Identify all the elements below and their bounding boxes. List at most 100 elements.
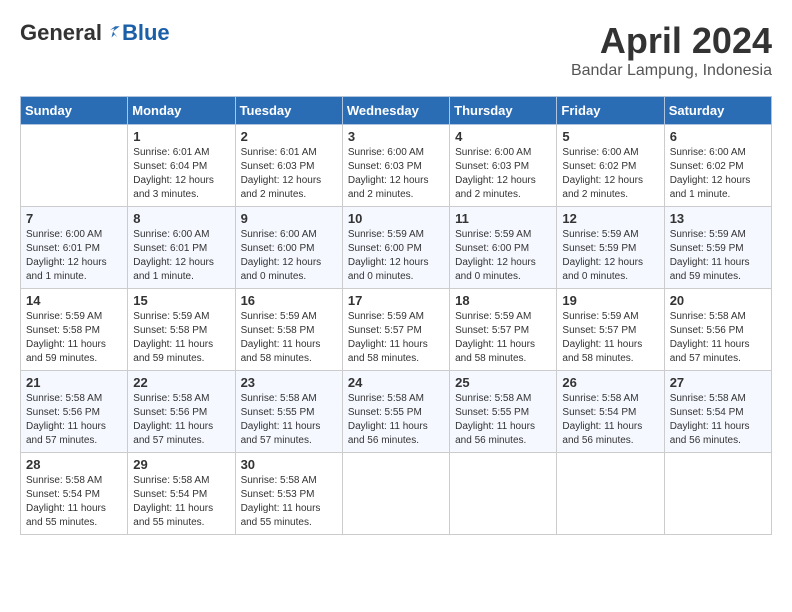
logo: General Blue bbox=[20, 20, 170, 46]
day-info: Sunrise: 5:59 AMSunset: 5:59 PMDaylight:… bbox=[670, 228, 766, 284]
calendar-cell: 16Sunrise: 5:59 AMSunset: 5:58 PMDayligh… bbox=[235, 289, 342, 371]
day-info: Sunrise: 5:58 AMSunset: 5:54 PMDaylight:… bbox=[133, 474, 229, 530]
day-number: 28 bbox=[26, 457, 122, 472]
logo-general-text: General bbox=[20, 20, 102, 46]
day-number: 16 bbox=[241, 293, 337, 308]
calendar-cell: 15Sunrise: 5:59 AMSunset: 5:58 PMDayligh… bbox=[128, 289, 235, 371]
calendar-cell: 18 Sunrise: 5:59 AMSunset: 5:57 PMDayligh… bbox=[450, 289, 557, 371]
day-info: Sunrise: 6:00 AMSunset: 6:01 PMDaylight:… bbox=[26, 228, 122, 284]
day-number: 10 bbox=[348, 211, 444, 226]
column-header-monday: Monday bbox=[128, 97, 235, 125]
calendar-cell bbox=[557, 453, 664, 535]
calendar-cell: 10 Sunrise: 5:59 AMSunset: 6:00 PMDayligh… bbox=[342, 207, 449, 289]
calendar-cell: 3 Sunrise: 6:00 AMSunset: 6:03 PMDaylight… bbox=[342, 125, 449, 207]
week-row-4: 21Sunrise: 5:58 AMSunset: 5:56 PMDayligh… bbox=[21, 371, 772, 453]
calendar-cell: 8 Sunrise: 6:00 AMSunset: 6:01 PMDaylight… bbox=[128, 207, 235, 289]
column-header-thursday: Thursday bbox=[450, 97, 557, 125]
day-number: 1 bbox=[133, 129, 229, 144]
calendar-cell: 13 Sunrise: 5:59 AMSunset: 5:59 PMDayligh… bbox=[664, 207, 771, 289]
month-title: April 2024 bbox=[571, 20, 772, 62]
calendar-cell: 22Sunrise: 5:58 AMSunset: 5:56 PMDayligh… bbox=[128, 371, 235, 453]
week-row-1: 1 Sunrise: 6:01 AMSunset: 6:04 PMDaylight… bbox=[21, 125, 772, 207]
calendar-cell: 5Sunrise: 6:00 AMSunset: 6:02 PMDaylight… bbox=[557, 125, 664, 207]
day-info: Sunrise: 6:01 AMSunset: 6:04 PMDaylight:… bbox=[133, 146, 229, 202]
logo-bird-icon bbox=[104, 24, 122, 42]
day-info: Sunrise: 6:00 AMSunset: 6:03 PMDaylight:… bbox=[455, 146, 551, 202]
calendar-cell: 21Sunrise: 5:58 AMSunset: 5:56 PMDayligh… bbox=[21, 371, 128, 453]
calendar-cell: 4Sunrise: 6:00 AMSunset: 6:03 PMDaylight… bbox=[450, 125, 557, 207]
week-row-2: 7 Sunrise: 6:00 AMSunset: 6:01 PMDaylight… bbox=[21, 207, 772, 289]
calendar-cell: 23 Sunrise: 5:58 AMSunset: 5:55 PMDayligh… bbox=[235, 371, 342, 453]
day-info: Sunrise: 5:59 AMSunset: 5:58 PMDaylight:… bbox=[26, 310, 122, 366]
day-info: Sunrise: 6:00 AMSunset: 6:01 PMDaylight:… bbox=[133, 228, 229, 284]
day-number: 7 bbox=[26, 211, 122, 226]
calendar-cell: 17Sunrise: 5:59 AMSunset: 5:57 PMDayligh… bbox=[342, 289, 449, 371]
calendar-cell: 19Sunrise: 5:59 AMSunset: 5:57 PMDayligh… bbox=[557, 289, 664, 371]
day-number: 17 bbox=[348, 293, 444, 308]
calendar-cell: 2Sunrise: 6:01 AMSunset: 6:03 PMDaylight… bbox=[235, 125, 342, 207]
title-block: April 2024 Bandar Lampung, Indonesia bbox=[571, 20, 772, 80]
week-row-5: 28 Sunrise: 5:58 AMSunset: 5:54 PMDayligh… bbox=[21, 453, 772, 535]
day-info: Sunrise: 5:59 AMSunset: 6:00 PMDaylight:… bbox=[455, 228, 551, 284]
column-header-friday: Friday bbox=[557, 97, 664, 125]
calendar-cell: 1 Sunrise: 6:01 AMSunset: 6:04 PMDaylight… bbox=[128, 125, 235, 207]
calendar-cell: 29Sunrise: 5:58 AMSunset: 5:54 PMDayligh… bbox=[128, 453, 235, 535]
day-info: Sunrise: 5:58 AMSunset: 5:55 PMDaylight:… bbox=[241, 392, 337, 448]
column-header-sunday: Sunday bbox=[21, 97, 128, 125]
calendar-cell: 12Sunrise: 5:59 AMSunset: 5:59 PMDayligh… bbox=[557, 207, 664, 289]
day-number: 19 bbox=[562, 293, 658, 308]
day-number: 14 bbox=[26, 293, 122, 308]
calendar-cell bbox=[21, 125, 128, 207]
logo-blue-text: Blue bbox=[122, 20, 170, 46]
calendar-table: SundayMondayTuesdayWednesdayThursdayFrid… bbox=[20, 96, 772, 535]
day-number: 9 bbox=[241, 211, 337, 226]
day-info: Sunrise: 6:00 AMSunset: 6:02 PMDaylight:… bbox=[670, 146, 766, 202]
day-info: Sunrise: 5:58 AMSunset: 5:54 PMDaylight:… bbox=[670, 392, 766, 448]
calendar-cell: 14 Sunrise: 5:59 AMSunset: 5:58 PMDayligh… bbox=[21, 289, 128, 371]
day-number: 11 bbox=[455, 211, 551, 226]
day-number: 5 bbox=[562, 129, 658, 144]
day-number: 22 bbox=[133, 375, 229, 390]
day-number: 12 bbox=[562, 211, 658, 226]
day-number: 8 bbox=[133, 211, 229, 226]
column-header-tuesday: Tuesday bbox=[235, 97, 342, 125]
calendar-cell: 30 Sunrise: 5:58 AMSunset: 5:53 PMDayligh… bbox=[235, 453, 342, 535]
day-number: 13 bbox=[670, 211, 766, 226]
calendar-cell: 6 Sunrise: 6:00 AMSunset: 6:02 PMDaylight… bbox=[664, 125, 771, 207]
calendar-cell bbox=[450, 453, 557, 535]
day-info: Sunrise: 6:00 AMSunset: 6:00 PMDaylight:… bbox=[241, 228, 337, 284]
day-info: Sunrise: 5:59 AMSunset: 6:00 PMDaylight:… bbox=[348, 228, 444, 284]
calendar-cell: 24 Sunrise: 5:58 AMSunset: 5:55 PMDayligh… bbox=[342, 371, 449, 453]
day-info: Sunrise: 5:58 AMSunset: 5:55 PMDaylight:… bbox=[348, 392, 444, 448]
week-row-3: 14 Sunrise: 5:59 AMSunset: 5:58 PMDayligh… bbox=[21, 289, 772, 371]
calendar-header-row: SundayMondayTuesdayWednesdayThursdayFrid… bbox=[21, 97, 772, 125]
day-number: 25 bbox=[455, 375, 551, 390]
calendar-cell: 26 Sunrise: 5:58 AMSunset: 5:54 PMDayligh… bbox=[557, 371, 664, 453]
day-number: 20 bbox=[670, 293, 766, 308]
day-number: 30 bbox=[241, 457, 337, 472]
day-info: Sunrise: 5:59 AMSunset: 5:57 PMDaylight:… bbox=[455, 310, 551, 366]
day-number: 26 bbox=[562, 375, 658, 390]
calendar-cell: 25 Sunrise: 5:58 AMSunset: 5:55 PMDayligh… bbox=[450, 371, 557, 453]
calendar-cell bbox=[664, 453, 771, 535]
day-info: Sunrise: 5:59 AMSunset: 5:58 PMDaylight:… bbox=[133, 310, 229, 366]
location-subtitle: Bandar Lampung, Indonesia bbox=[571, 62, 772, 80]
day-info: Sunrise: 5:58 AMSunset: 5:54 PMDaylight:… bbox=[562, 392, 658, 448]
day-number: 23 bbox=[241, 375, 337, 390]
calendar-cell: 7 Sunrise: 6:00 AMSunset: 6:01 PMDaylight… bbox=[21, 207, 128, 289]
column-header-saturday: Saturday bbox=[664, 97, 771, 125]
day-info: Sunrise: 5:58 AMSunset: 5:53 PMDaylight:… bbox=[241, 474, 337, 530]
day-info: Sunrise: 5:58 AMSunset: 5:55 PMDaylight:… bbox=[455, 392, 551, 448]
day-info: Sunrise: 6:00 AMSunset: 6:03 PMDaylight:… bbox=[348, 146, 444, 202]
calendar-cell bbox=[342, 453, 449, 535]
column-header-wednesday: Wednesday bbox=[342, 97, 449, 125]
day-number: 3 bbox=[348, 129, 444, 144]
calendar-body: 1 Sunrise: 6:01 AMSunset: 6:04 PMDaylight… bbox=[21, 125, 772, 535]
day-number: 18 bbox=[455, 293, 551, 308]
day-number: 6 bbox=[670, 129, 766, 144]
page-header: General Blue April 2024 Bandar Lampung, … bbox=[20, 20, 772, 80]
day-info: Sunrise: 5:58 AMSunset: 5:56 PMDaylight:… bbox=[670, 310, 766, 366]
day-number: 24 bbox=[348, 375, 444, 390]
calendar-cell: 9 Sunrise: 6:00 AMSunset: 6:00 PMDaylight… bbox=[235, 207, 342, 289]
day-number: 2 bbox=[241, 129, 337, 144]
